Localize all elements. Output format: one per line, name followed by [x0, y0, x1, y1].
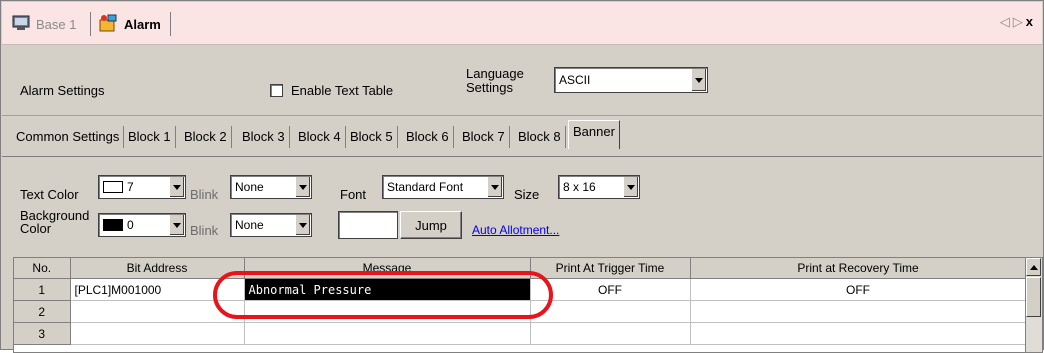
enable-text-table-checkbox[interactable]: Enable Text Table	[270, 83, 393, 98]
prev-tab-icon[interactable]: ◁	[1000, 14, 1013, 29]
chevron-down-icon[interactable]	[169, 215, 184, 235]
font-select[interactable]: Standard Font	[382, 175, 504, 199]
background-color-select[interactable]: 0	[98, 213, 186, 237]
size-select[interactable]: 8 x 16	[558, 175, 640, 199]
bg-label-line2: Color	[20, 221, 52, 236]
block-tabstrip: Common Settings Block 1 Block 2 Block 3 …	[2, 116, 1042, 157]
tab-block-6[interactable]: Block 6	[402, 126, 454, 148]
tab-base-1[interactable]: Base 1	[12, 10, 76, 38]
alarm-settings-title: Alarm Settings	[20, 83, 105, 98]
chevron-down-icon[interactable]	[691, 69, 706, 91]
message-cell[interactable]	[244, 300, 531, 323]
next-tab-icon[interactable]: ▷	[1013, 14, 1026, 29]
tab-alarm-label: Alarm	[124, 16, 161, 32]
alarm-editor-window: Base 1 Alarm ◁▷x Alarm Settings Enable T…	[0, 0, 1044, 353]
scroll-thumb[interactable]	[1026, 277, 1041, 317]
close-icon[interactable]: x	[1026, 14, 1036, 29]
jump-input[interactable]	[338, 211, 398, 239]
color-swatch-black	[103, 219, 123, 231]
tab-block-4[interactable]: Block 4	[294, 126, 346, 148]
screen-icon	[12, 14, 30, 35]
chevron-down-icon[interactable]	[487, 177, 502, 197]
chevron-down-icon[interactable]	[623, 177, 638, 197]
language-select-value: ASCII	[559, 73, 591, 87]
blink-label: Blink	[190, 187, 219, 202]
text-color-select[interactable]: 7	[98, 175, 186, 199]
row-number[interactable]: 2	[14, 300, 71, 323]
print-trigger-cell[interactable]: OFF	[530, 278, 691, 301]
tab-separator	[170, 12, 171, 36]
grid-header-row: No. Bit Address Message Print At Trigger…	[14, 258, 1027, 279]
tab-block-8[interactable]: Block 8	[514, 126, 566, 148]
row-number[interactable]: 1	[14, 278, 71, 301]
tab-common-settings[interactable]: Common Settings	[12, 126, 125, 148]
col-header-print-recovery[interactable]: Print at Recovery Time	[690, 258, 1027, 279]
tab-nav-controls: ◁▷x	[1000, 14, 1036, 30]
tab-banner[interactable]: Banner	[568, 120, 620, 149]
color-swatch-white	[103, 181, 123, 193]
print-trigger-cell[interactable]	[530, 300, 691, 323]
language-label-line2: Settings	[466, 80, 513, 95]
col-header-print-trigger[interactable]: Print At Trigger Time	[530, 258, 691, 279]
enable-text-table-label: Enable Text Table	[291, 83, 394, 98]
banner-options-panel: Text Color 7 Blink None Font Standard Fo…	[2, 157, 1042, 245]
bit-address-cell[interactable]	[70, 300, 245, 323]
tab-block-2[interactable]: Block 2	[180, 126, 232, 148]
grid-table: No. Bit Address Message Print At Trigger…	[14, 258, 1027, 345]
print-recovery-cell[interactable]	[690, 322, 1027, 345]
alarm-settings-bar: Alarm Settings Enable Text Table Languag…	[2, 45, 1042, 116]
background-color-label: Background Color	[20, 209, 89, 235]
font-label: Font	[340, 187, 367, 202]
message-cell[interactable]	[244, 322, 531, 345]
bg-blink-value: None	[235, 218, 264, 232]
print-recovery-cell[interactable]	[690, 300, 1027, 323]
bg-blink-label: Blink	[190, 223, 219, 238]
tab-block-1[interactable]: Block 1	[124, 126, 176, 148]
chevron-down-icon[interactable]	[169, 177, 184, 197]
col-header-no[interactable]: No.	[14, 258, 71, 279]
print-recovery-cell[interactable]: OFF	[690, 278, 1027, 301]
table-row[interactable]: 2	[14, 300, 1027, 323]
table-row[interactable]: 3	[14, 322, 1027, 345]
col-header-bit-address[interactable]: Bit Address	[70, 258, 245, 279]
tab-block-3[interactable]: Block 3	[238, 126, 290, 148]
alarm-icon	[98, 14, 118, 35]
table-row[interactable]: 1 [PLC1]M001000 Abnormal Pressure OFF OF…	[14, 278, 1027, 301]
language-label-line1: Language	[466, 66, 524, 81]
bg-blink-select[interactable]: None	[230, 213, 312, 237]
text-blink-value: None	[235, 180, 264, 194]
tab-base-1-label: Base 1	[36, 16, 77, 32]
col-header-message[interactable]: Message	[244, 258, 531, 279]
tab-block-5[interactable]: Block 5	[346, 126, 398, 148]
size-value: 8 x 16	[563, 180, 596, 194]
tab-alarm[interactable]: Alarm	[98, 10, 161, 38]
language-settings-label: Language Settings	[466, 67, 524, 95]
text-color-label: Text Color	[20, 187, 79, 202]
text-color-value: 7	[127, 180, 134, 194]
chevron-down-icon[interactable]	[295, 177, 310, 197]
tab-separator	[90, 12, 91, 36]
document-tabstrip: Base 1 Alarm ◁▷x	[2, 2, 1042, 45]
size-label: Size	[514, 187, 540, 202]
row-number[interactable]: 3	[14, 322, 71, 345]
checkbox-box[interactable]	[270, 84, 283, 97]
print-trigger-cell[interactable]	[530, 322, 691, 345]
tab-block-7[interactable]: Block 7	[458, 126, 510, 148]
bit-address-cell[interactable]: [PLC1]M001000	[70, 278, 245, 301]
scroll-up-icon[interactable]	[1026, 258, 1041, 276]
jump-button[interactable]: Jump	[400, 211, 462, 239]
chevron-down-icon[interactable]	[295, 215, 310, 235]
text-blink-select[interactable]: None	[230, 175, 312, 199]
bg-color-value: 0	[127, 218, 134, 232]
auto-allotment-link[interactable]: Auto Allotment...	[472, 223, 559, 237]
message-cell[interactable]: Abnormal Pressure	[244, 278, 531, 301]
font-value: Standard Font	[387, 180, 464, 194]
vertical-scrollbar[interactable]	[1025, 258, 1042, 352]
bit-address-cell[interactable]	[70, 322, 245, 345]
alarm-message-grid: No. Bit Address Message Print At Trigger…	[13, 257, 1043, 353]
language-select[interactable]: ASCII	[554, 67, 708, 93]
